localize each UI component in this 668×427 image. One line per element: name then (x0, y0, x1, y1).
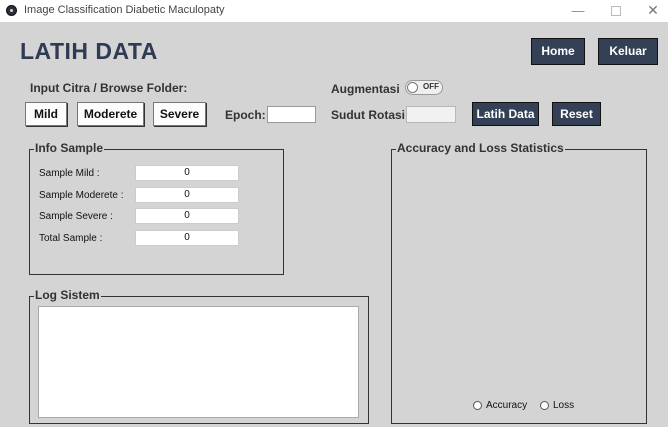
log-sistem-group: Log Sistem (29, 288, 369, 424)
latih-data-button[interactable]: Latih Data (472, 102, 539, 126)
total-sample-value: 0 (135, 230, 239, 246)
info-sample-group: Info Sample Sample Mild : 0 Sample Moder… (29, 141, 284, 275)
mild-button[interactable]: Mild (25, 102, 67, 126)
augmentasi-label: Augmentasi (331, 82, 400, 96)
sample-severe-label: Sample Severe : (39, 211, 113, 222)
window-title: Image Classification Diabetic Maculopaty (24, 4, 225, 16)
sudut-rotasi-input[interactable] (406, 106, 456, 123)
keluar-button[interactable]: Keluar (598, 38, 658, 65)
input-citra-label: Input Citra / Browse Folder: (30, 81, 188, 95)
reset-button[interactable]: Reset (552, 102, 601, 126)
close-button[interactable]: ✕ (641, 1, 665, 20)
loss-radio-label[interactable]: Loss (553, 400, 574, 411)
stats-group: Accuracy and Loss Statistics Accuracy Lo… (391, 141, 647, 424)
epoch-input[interactable] (267, 106, 316, 123)
window-titlebar: Image Classification Diabetic Maculopaty… (0, 0, 668, 22)
loss-radio[interactable] (540, 401, 549, 410)
sample-severe-value: 0 (135, 208, 239, 224)
info-sample-title: Info Sample (34, 141, 105, 155)
sample-moderete-label: Sample Moderete : (39, 190, 124, 201)
maximize-button[interactable] (604, 1, 628, 20)
sample-moderete-value: 0 (135, 187, 239, 203)
total-sample-label: Total Sample : (39, 233, 103, 244)
severe-button[interactable]: Severe (153, 102, 206, 126)
sample-mild-value: 0 (135, 165, 239, 181)
page-title: LATIH DATA (20, 38, 158, 64)
sample-mild-label: Sample Mild : (39, 168, 100, 179)
augmentasi-toggle[interactable]: OFF (405, 80, 443, 95)
log-textarea[interactable] (38, 306, 359, 418)
sudut-rotasi-label: Sudut Rotasi: (331, 108, 409, 122)
toggle-state-label: OFF (423, 82, 439, 91)
epoch-label: Epoch: (225, 108, 266, 122)
stats-title: Accuracy and Loss Statistics (396, 141, 565, 155)
home-button[interactable]: Home (531, 38, 585, 65)
accuracy-radio-label[interactable]: Accuracy (486, 400, 527, 411)
log-sistem-title: Log Sistem (34, 288, 101, 302)
minimize-button[interactable]: — (566, 1, 590, 20)
moderete-button[interactable]: Moderete (77, 102, 144, 126)
accuracy-radio[interactable] (473, 401, 482, 410)
toggle-knob (407, 82, 418, 93)
app-icon (6, 5, 17, 16)
